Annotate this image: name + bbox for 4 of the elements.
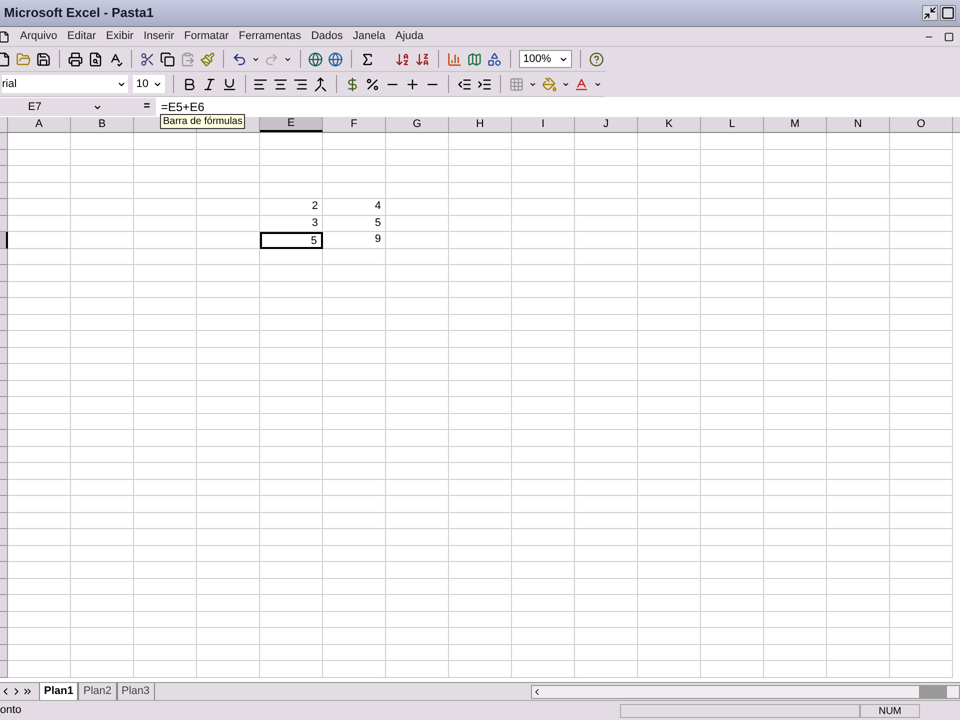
tooltip: Barra de fórmulas [160, 114, 246, 129]
status-text: onto [0, 703, 22, 718]
num-lock-indicator: NUM [860, 704, 920, 718]
window-title: Microsoft Excel - Pasta1 [4, 4, 154, 22]
